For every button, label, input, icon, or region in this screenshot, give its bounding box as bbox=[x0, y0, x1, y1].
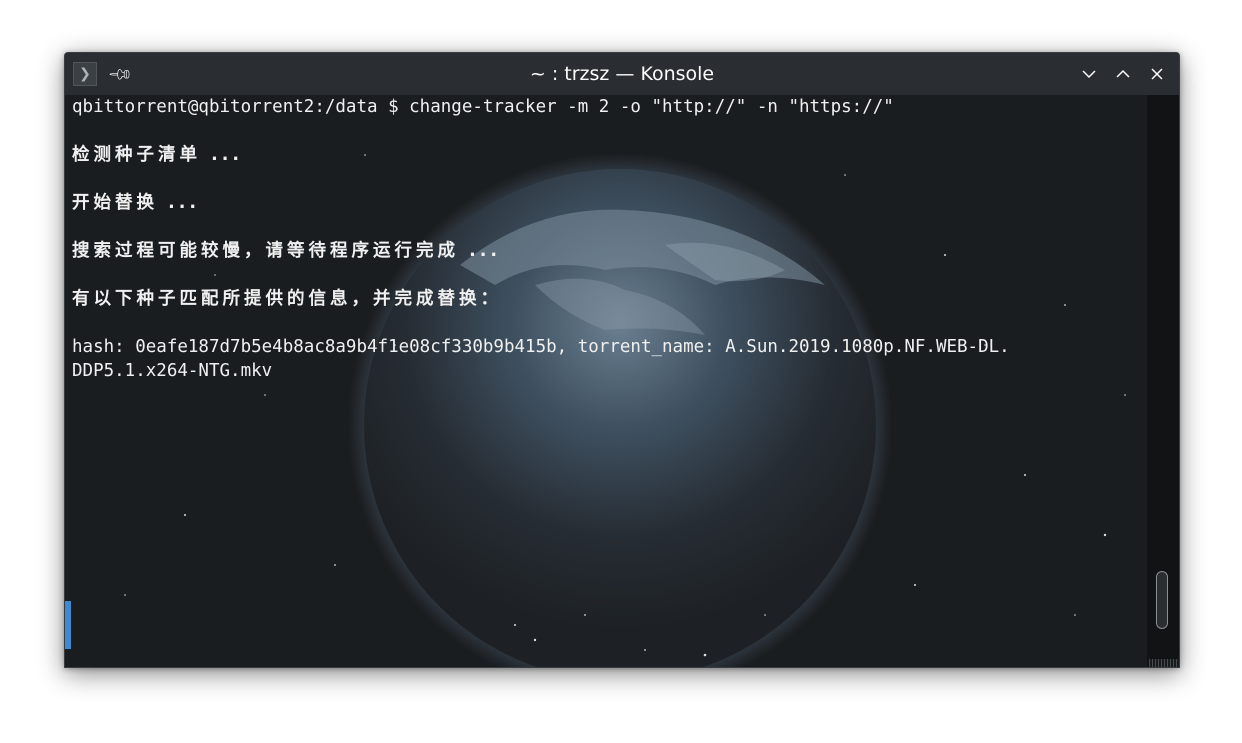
chevron-up-icon bbox=[1116, 69, 1130, 78]
terminal-prompt-icon[interactable]: ❯ bbox=[73, 62, 97, 86]
terminal-cursor bbox=[65, 601, 71, 649]
output-line: 搜索过程可能较慢，请等待程序运行完成 ... bbox=[72, 241, 502, 261]
scrollbar-thumb[interactable] bbox=[1156, 571, 1168, 629]
terminal-text: qbittorrent@qbitorrent2:/data $ change-t… bbox=[72, 95, 1144, 383]
output-line: 开始替换 ... bbox=[72, 193, 201, 213]
pin-icon[interactable]: 📌︎ bbox=[104, 57, 138, 91]
output-line: hash: 0eafe187d7b5e4b8ac8a9b4f1e08cf330b… bbox=[72, 337, 1010, 357]
close-button[interactable] bbox=[1145, 62, 1169, 86]
minimize-button[interactable] bbox=[1077, 62, 1101, 86]
scrollbar[interactable] bbox=[1147, 95, 1179, 667]
output-line: 检测种子清单 ... bbox=[72, 145, 244, 165]
command-line: qbittorrent@qbitorrent2:/data $ change-t… bbox=[72, 97, 894, 117]
resize-grip[interactable] bbox=[1149, 659, 1179, 667]
konsole-window: ❯ 📌︎ ~ : trzsz — Konsole qbittorrent@qbi… bbox=[64, 52, 1180, 668]
close-icon bbox=[1151, 68, 1163, 80]
window-title: ~ : trzsz — Konsole bbox=[529, 63, 715, 85]
terminal-output-area[interactable]: qbittorrent@qbitorrent2:/data $ change-t… bbox=[65, 95, 1147, 667]
output-line: 有以下种子匹配所提供的信息，并完成替换： bbox=[72, 289, 502, 309]
chevron-down-icon bbox=[1082, 70, 1096, 79]
title-bar[interactable]: ❯ 📌︎ ~ : trzsz — Konsole bbox=[65, 53, 1179, 95]
maximize-button[interactable] bbox=[1111, 62, 1135, 86]
output-line: DDP5.1.x264-NTG.mkv bbox=[72, 361, 273, 381]
